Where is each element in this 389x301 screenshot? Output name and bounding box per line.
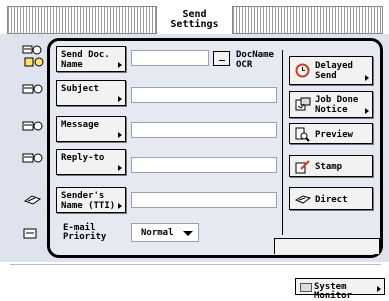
priority-icon [22,226,44,240]
send-doc-name-button[interactable]: Send Doc. Name [56,46,126,72]
chevron-right-icon [377,286,381,292]
panel-divider [282,50,283,235]
direct-label: Direct [315,195,348,205]
page-title-line2: Settings [170,19,219,30]
title-bar: Send Settings [0,0,389,34]
bottom-status-bar [0,262,389,276]
docname-ocr-label-line1: DocName [236,50,274,60]
message-button[interactable]: Message [56,116,126,142]
footer-area: System Monitor [0,276,389,301]
magnifier-icon [295,127,310,142]
docname-ocr-label-line2: OCR [236,60,253,70]
chevron-right-icon [365,108,369,114]
address-book-icon [22,45,44,67]
direct-button[interactable]: Direct [289,187,373,210]
preview-label: Preview [315,130,353,140]
chevron-right-icon [118,165,122,171]
delayed-send-line2: Send [315,71,337,81]
subject-button[interactable]: Subject [56,80,126,106]
delayed-send-button[interactable]: Delayed Send [289,56,373,85]
subject-icon [22,82,44,96]
monitor-icon [300,283,312,292]
sender-name-icon [22,192,44,206]
email-priority-label-line2: Priority [63,232,107,242]
job-done-notice-line2: Notice [315,105,348,115]
notice-icon [295,97,311,112]
chevron-right-icon [118,62,122,68]
sender-name-label-line2: Name (TTI) [61,201,116,211]
chevron-right-icon [118,203,122,209]
send-doc-name-label-line1: Send Doc. [61,50,110,60]
reply-to-icon [22,151,44,165]
email-priority-value: Normal [141,228,174,238]
system-monitor-button[interactable]: System Monitor [295,278,385,301]
stamp-label: Stamp [315,162,343,172]
subject-label: Subject [61,84,99,94]
send-doc-name-field[interactable] [131,50,209,66]
checkbox-icon [219,57,225,61]
chevron-right-icon [118,132,122,138]
reply-to-button[interactable]: Reply-to [56,149,126,175]
clock-icon [295,63,310,78]
hidden-button-edge [274,238,380,254]
reply-to-label: Reply-to [61,153,105,163]
job-done-notice-button[interactable]: Job Done Notice [289,91,373,118]
system-monitor-label: System Monitor [314,282,352,301]
stamp-button[interactable]: Stamp [289,155,373,177]
chevron-down-icon [183,231,193,236]
subject-field[interactable] [131,87,277,103]
message-label: Message [61,120,99,130]
preview-button[interactable]: Preview [289,123,373,144]
sender-name-field[interactable] [131,192,277,208]
docname-ocr-checkbox[interactable] [213,51,230,66]
direct-send-icon [294,192,312,207]
job-done-notice-line1: Job Done [315,95,359,105]
send-settings-screen: Send Settings Send Doc. Name DocName OCR… [0,0,389,301]
chevron-right-icon [365,75,369,81]
delayed-send-line1: Delayed [315,61,353,71]
sender-name-label-line1: Sender's [61,191,105,201]
send-doc-name-label-line2: Name [61,60,83,70]
reply-to-field[interactable] [131,157,277,173]
status-strip [10,264,381,274]
message-field[interactable] [131,122,277,138]
message-icon [22,119,44,133]
sender-name-button[interactable]: Sender's Name (TTI) [56,187,126,213]
chevron-right-icon [118,96,122,102]
stamp-icon [295,159,310,174]
email-priority-select[interactable]: Normal [131,223,199,242]
